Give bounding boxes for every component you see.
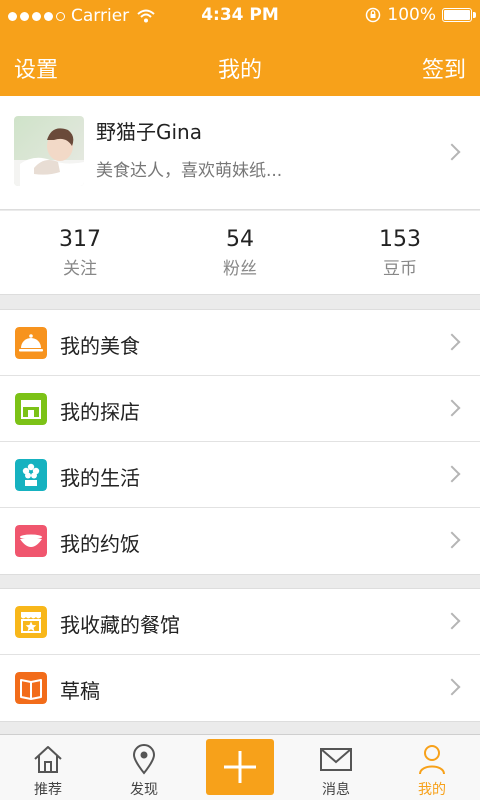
person-icon (419, 745, 445, 775)
menu-item-my-shop-visits[interactable]: 我的探店 (0, 376, 480, 442)
home-icon (34, 746, 62, 773)
menu-item-label: 我收藏的餐馆 (60, 613, 180, 637)
rotation-lock-icon (366, 7, 381, 23)
profile-name: 野猫子Gina (96, 120, 202, 144)
stat-value: 153 (379, 227, 421, 252)
menu-item-label: 我的生活 (60, 466, 140, 490)
battery-icon (442, 8, 476, 22)
tab-publish[interactable] (192, 735, 288, 800)
stat-value: 317 (59, 227, 101, 252)
book-icon (15, 672, 47, 704)
favorite-restaurant-icon (15, 606, 47, 638)
chevron-right-icon (443, 612, 461, 630)
chevron-right-icon (443, 531, 461, 549)
stat-label: 关注 (63, 259, 97, 279)
stat-coins[interactable]: 153 豆币 (320, 211, 480, 294)
menu-item-my-dinner-dates[interactable]: 我的约饭 (0, 508, 480, 574)
food-cloche-icon (15, 327, 47, 359)
menu-item-drafts[interactable]: 草稿 (0, 655, 480, 721)
location-pin-icon (132, 744, 156, 775)
shop-icon (15, 393, 47, 425)
publish-button[interactable] (206, 739, 274, 795)
menu-item-label: 草稿 (60, 679, 100, 703)
menu-item-my-life[interactable]: 我的生活 (0, 442, 480, 508)
chevron-right-icon (443, 465, 461, 483)
page-title: 我的 (217, 58, 262, 83)
check-in-button[interactable]: 签到 (422, 52, 466, 84)
plus-icon (224, 751, 256, 783)
menu-group-activity: 我的美食 我的探店 我的生活 我的约饭 (0, 309, 480, 575)
chevron-right-icon (443, 399, 461, 417)
battery-percent: 100% (387, 5, 436, 25)
menu-item-my-food[interactable]: 我的美食 (0, 310, 480, 376)
tab-label: 我的 (418, 782, 446, 798)
tab-mine[interactable]: 我的 (384, 735, 480, 800)
profile-card[interactable]: 野猫子Gina 美食达人，喜欢萌妹纸... (0, 96, 480, 210)
tab-messages[interactable]: 消息 (288, 735, 384, 800)
chevron-right-icon (443, 333, 461, 351)
profile-bio: 美食达人，喜欢萌妹纸... (96, 161, 283, 181)
menu-item-favorite-restaurants[interactable]: 我收藏的餐馆 (0, 589, 480, 655)
chevron-right-icon (443, 678, 461, 696)
tab-label: 消息 (322, 782, 350, 798)
stat-value: 54 (226, 227, 254, 252)
stats-bar: 317 关注 54 粉丝 153 豆币 (0, 211, 480, 295)
flower-pot-icon (15, 459, 47, 491)
bowl-icon (15, 525, 47, 557)
stat-label: 豆币 (383, 259, 417, 279)
menu-item-label: 我的约饭 (60, 532, 140, 556)
status-bar: Carrier 4:34 PM 100% (0, 0, 480, 32)
chevron-right-icon (443, 143, 461, 161)
stat-label: 粉丝 (223, 259, 257, 279)
tab-discover[interactable]: 发现 (96, 735, 192, 800)
menu-item-label: 我的探店 (60, 400, 140, 424)
menu-group-saved: 我收藏的餐馆 草稿 (0, 588, 480, 722)
avatar[interactable] (14, 116, 84, 186)
tab-label: 推荐 (34, 782, 62, 798)
tab-recommend[interactable]: 推荐 (0, 735, 96, 800)
tab-label: 发现 (130, 782, 158, 798)
envelope-icon (320, 748, 352, 771)
menu-item-label: 我的美食 (60, 334, 140, 358)
header: Carrier 4:34 PM 100% 设置 我的 签到 (0, 0, 480, 96)
nav-bar: 设置 我的 签到 (0, 36, 480, 96)
tab-bar: 推荐 发现 消息 我的 (0, 734, 480, 800)
stat-fans[interactable]: 54 粉丝 (160, 211, 320, 294)
stat-following[interactable]: 317 关注 (0, 211, 160, 294)
